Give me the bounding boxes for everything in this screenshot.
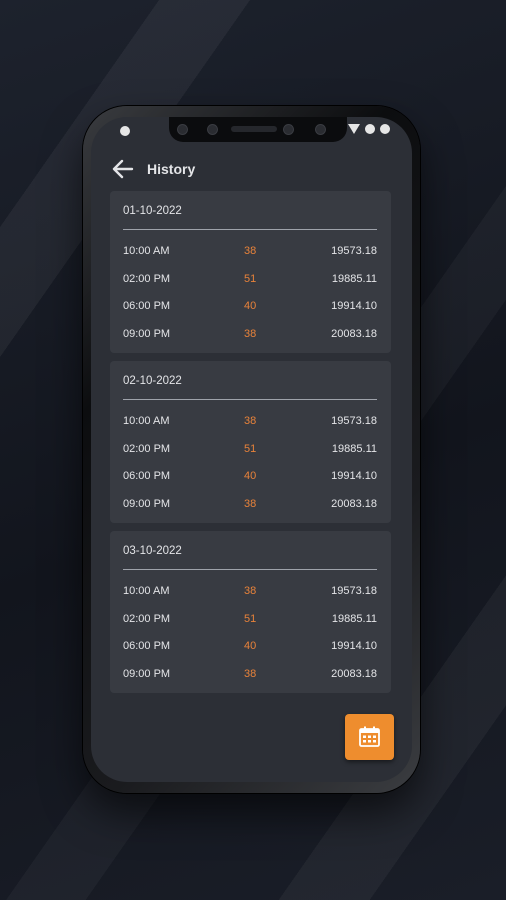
- row-time: 06:00 PM: [123, 300, 171, 312]
- row-time: 09:00 PM: [123, 327, 171, 340]
- battery-icon: [380, 124, 390, 134]
- row-value: 20083.18: [331, 327, 377, 340]
- speaker-grille: [231, 126, 277, 132]
- row-value: 19914.10: [331, 300, 377, 312]
- history-row: 06:00 PM 40 19914.10: [123, 470, 377, 486]
- row-time: 06:00 PM: [123, 470, 171, 482]
- front-camera-icon: [315, 124, 326, 135]
- row-count: 38: [244, 497, 257, 510]
- notification-dot-icon: [120, 126, 130, 136]
- history-row: 10:00 AM 38 19573.18: [123, 415, 377, 431]
- row-count: 40: [244, 640, 257, 652]
- front-camera-icon: [207, 124, 218, 135]
- row-value: 19573.18: [331, 415, 377, 427]
- arrow-left-icon[interactable]: [112, 159, 134, 179]
- calendar-icon: [359, 726, 380, 747]
- row-value: 19885.11: [331, 442, 377, 455]
- phone-frame: History 01-10-2022 10:00 AM 38 19573.18 02:0…: [83, 106, 420, 793]
- row-value: 19885.11: [331, 272, 377, 285]
- card-date: 03-10-2022: [123, 545, 182, 557]
- status-icons: [348, 124, 390, 134]
- row-value: 20083.18: [331, 667, 377, 680]
- history-card: 01-10-2022 10:00 AM 38 19573.18 02:00 PM 51 19…: [110, 191, 391, 353]
- row-value: 19914.10: [331, 640, 377, 652]
- row-count: 51: [244, 442, 257, 455]
- app-bar: History: [91, 153, 412, 185]
- history-row: 09:00 PM 38 20083.18: [123, 328, 377, 344]
- history-card: 03-10-2022 10:00 AM 38 19573.18 02:00 PM 51 19…: [110, 531, 391, 693]
- row-time: 09:00 PM: [123, 497, 171, 510]
- signal-icon: [365, 124, 375, 134]
- row-count: 38: [244, 585, 257, 597]
- history-row: 09:00 PM 38 20083.18: [123, 668, 377, 684]
- row-value: 20083.18: [331, 497, 377, 510]
- card-date: 02-10-2022: [123, 375, 182, 387]
- history-card: 02-10-2022 10:00 AM 38 19573.18 02:00 PM 51 19…: [110, 361, 391, 523]
- row-value: 19573.18: [331, 585, 377, 597]
- row-value: 19914.10: [331, 470, 377, 482]
- row-time: 09:00 PM: [123, 667, 171, 680]
- history-row: 10:00 AM 38 19573.18: [123, 585, 377, 601]
- row-count: 40: [244, 300, 257, 312]
- page-title: History: [147, 161, 196, 177]
- calendar-button[interactable]: [345, 714, 394, 760]
- history-row: 02:00 PM 51 19885.11: [123, 443, 377, 459]
- row-time: 02:00 PM: [123, 272, 171, 285]
- card-date: 01-10-2022: [123, 205, 182, 217]
- history-list: 01-10-2022 10:00 AM 38 19573.18 02:00 PM 51 19…: [110, 191, 391, 701]
- row-count: 51: [244, 272, 257, 285]
- divider: [123, 399, 377, 400]
- divider: [123, 229, 377, 230]
- row-time: 10:00 AM: [123, 245, 170, 257]
- status-bar: [91, 117, 412, 145]
- row-count: 38: [244, 415, 257, 427]
- sensor-icon: [283, 124, 294, 135]
- history-row: 10:00 AM 38 19573.18: [123, 245, 377, 261]
- row-time: 10:00 AM: [123, 585, 170, 597]
- row-count: 40: [244, 470, 257, 482]
- history-row: 09:00 PM 38 20083.18: [123, 498, 377, 514]
- phone-screen: History 01-10-2022 10:00 AM 38 19573.18 02:0…: [91, 117, 412, 782]
- row-count: 51: [244, 612, 257, 625]
- wifi-icon: [348, 124, 360, 134]
- history-row: 06:00 PM 40 19914.10: [123, 300, 377, 316]
- row-time: 10:00 AM: [123, 415, 170, 427]
- history-row: 02:00 PM 51 19885.11: [123, 273, 377, 289]
- row-count: 38: [244, 327, 257, 340]
- notch: [169, 117, 347, 142]
- row-value: 19573.18: [331, 245, 377, 257]
- divider: [123, 569, 377, 570]
- row-time: 02:00 PM: [123, 442, 171, 455]
- row-time: 06:00 PM: [123, 640, 171, 652]
- row-count: 38: [244, 245, 257, 257]
- history-row: 02:00 PM 51 19885.11: [123, 613, 377, 629]
- row-time: 02:00 PM: [123, 612, 171, 625]
- history-row: 06:00 PM 40 19914.10: [123, 640, 377, 656]
- row-count: 38: [244, 667, 257, 680]
- row-value: 19885.11: [331, 612, 377, 625]
- sensor-icon: [177, 124, 188, 135]
